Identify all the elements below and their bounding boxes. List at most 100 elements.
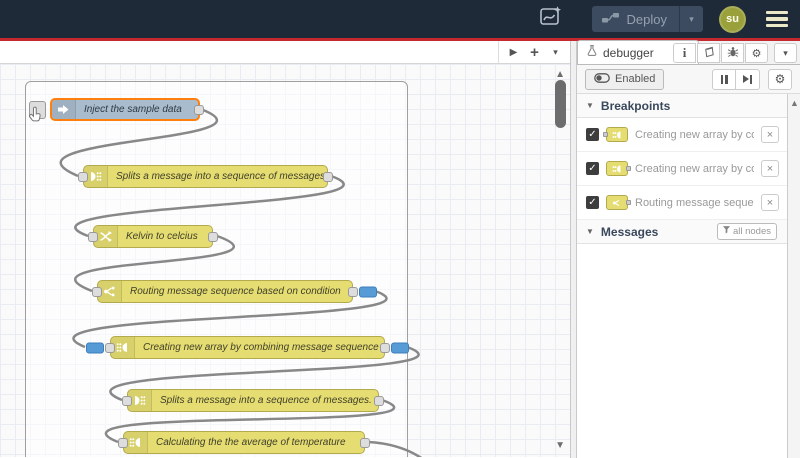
debugger-content: ▲ ▼ Breakpoints ✓ Creating new array by … <box>577 94 800 458</box>
scroll-tabs-button[interactable]: ▶ <box>505 44 522 61</box>
pause-button[interactable] <box>712 68 736 90</box>
node-change[interactable]: Kelvin to celcius <box>88 225 218 248</box>
close-icon: × <box>766 196 774 209</box>
hamburger-icon <box>766 11 788 15</box>
node-join-1[interactable]: Creating new array by combining message … <box>86 336 409 359</box>
inject-icon <box>52 100 76 119</box>
breakpoint-row: ✓ Creating new array by combining messag… <box>577 118 800 152</box>
breakpoint-checkbox[interactable]: ✓ <box>586 196 599 209</box>
node-output-port[interactable] <box>208 231 218 242</box>
node-inject[interactable]: Inject the sample data <box>29 98 204 121</box>
remove-breakpoint-button[interactable]: × <box>761 126 779 143</box>
down-arrow-icon: ▼ <box>555 440 565 451</box>
breakpoints-section-header[interactable]: ▼ Breakpoints <box>577 94 800 118</box>
toggle-icon <box>594 72 610 86</box>
join-node-icon <box>606 161 631 176</box>
workspace-tab-controls: ▶ + ▾ <box>498 41 570 63</box>
debugger-enabled-toggle[interactable]: Enabled <box>585 68 665 90</box>
canvas-scroll-down[interactable]: ▼ <box>555 440 565 451</box>
node-output-port[interactable] <box>348 286 358 297</box>
node-switch[interactable]: Routing message sequence based on condit… <box>92 280 377 303</box>
node-label: Splits a message into a sequence of mess… <box>116 171 327 182</box>
caret-down-icon: ▾ <box>783 47 788 58</box>
node-input-port[interactable] <box>78 171 88 182</box>
canvas-scroll-up[interactable]: ▲ <box>555 69 565 80</box>
deploy-button-main[interactable]: Deploy <box>592 12 679 27</box>
message-filter-button[interactable]: all nodes <box>716 223 777 240</box>
node-input-port[interactable] <box>92 286 102 297</box>
user-avatar[interactable]: su <box>719 5 746 33</box>
node-split-1[interactable]: Splits a message into a sequence of mess… <box>78 165 333 188</box>
node-label: Inject the sample data <box>84 104 182 115</box>
debug-tab-button[interactable] <box>721 43 744 63</box>
step-forward-icon <box>743 74 752 84</box>
book-icon <box>703 46 715 61</box>
node-label: Creating new array by combining message … <box>143 342 379 353</box>
flow-canvas[interactable]: Inject the sample data Splits a message … <box>0 64 570 457</box>
input-breakpoint-marker[interactable] <box>86 342 104 353</box>
section-title: Breakpoints <box>600 98 671 113</box>
deploy-options-caret[interactable]: ▾ <box>679 6 703 32</box>
port-icon <box>626 166 631 171</box>
check-icon: ✓ <box>588 129 597 140</box>
node-input-port[interactable] <box>88 231 98 242</box>
canvas-scrollbar-thumb[interactable] <box>555 80 566 128</box>
flow-sparkle-icon <box>538 4 564 35</box>
sidebar-scrollbar[interactable]: ▲ <box>787 94 800 458</box>
enabled-label: Enabled <box>615 73 656 85</box>
breakpoint-label: Creating new array by combining message … <box>635 128 754 141</box>
info-tab-button[interactable]: i <box>673 43 696 63</box>
node-output-port[interactable] <box>323 171 333 182</box>
breakpoint-row: ✓ Creating new array by combining messag… <box>577 152 800 186</box>
node-label: Calculating the the average of temperatu… <box>156 437 346 448</box>
hamburger-icon <box>766 23 788 27</box>
breakpoint-label: Routing message sequence based on condit… <box>635 196 754 209</box>
node-split-2[interactable]: Splits a message into a sequence of mess… <box>122 389 384 412</box>
chevron-down-icon: ▼ <box>586 227 594 236</box>
inject-trigger-button[interactable] <box>29 100 46 119</box>
up-arrow-icon: ▲ <box>555 69 565 80</box>
breakpoint-checkbox[interactable]: ✓ <box>586 162 599 175</box>
node-input-port[interactable] <box>118 437 128 448</box>
flow-assistant-button[interactable] <box>536 5 566 33</box>
messages-section-header[interactable]: ▼ Messages all nodes <box>577 220 800 244</box>
workspace-tab-bar: ▶ + ▾ <box>0 41 570 64</box>
step-button[interactable] <box>736 68 760 90</box>
up-arrow-icon: ▲ <box>790 98 799 108</box>
funnel-icon <box>722 226 730 237</box>
breakpoint-row: ✓ Routing message sequence based on cond… <box>577 186 800 220</box>
node-input-port[interactable] <box>122 395 132 406</box>
close-icon: × <box>766 128 774 141</box>
settings-tab-button[interactable]: ⚙ <box>745 43 768 63</box>
wire[interactable] <box>367 440 468 457</box>
plus-icon: + <box>530 43 539 61</box>
flow-list-button[interactable]: ▾ <box>547 44 564 61</box>
port-icon <box>626 200 631 205</box>
help-tab-button[interactable] <box>697 43 720 63</box>
sidebar-options-button[interactable]: ▾ <box>774 43 797 63</box>
node-join-2[interactable]: Calculating the the average of temperatu… <box>118 431 370 454</box>
node-output-port[interactable] <box>194 104 204 115</box>
remove-breakpoint-button[interactable]: × <box>761 194 779 211</box>
node-output-port[interactable] <box>380 342 390 353</box>
node-output-port[interactable] <box>374 395 384 406</box>
add-flow-button[interactable]: + <box>526 44 543 61</box>
panel-splitter[interactable] <box>570 41 577 458</box>
breakpoint-label: Creating new array by combining message … <box>635 162 754 175</box>
node-label: Splits a message into a sequence of mess… <box>160 395 372 406</box>
debugger-settings-button[interactable]: ⚙ <box>768 68 792 90</box>
pause-icon <box>720 74 728 84</box>
deploy-button[interactable]: Deploy ▾ <box>591 6 703 32</box>
hamburger-icon <box>766 17 788 21</box>
remove-breakpoint-button[interactable]: × <box>761 160 779 177</box>
main-menu-button[interactable] <box>764 8 790 30</box>
check-icon: ✓ <box>588 197 597 208</box>
output-breakpoint-marker[interactable] <box>391 342 409 353</box>
connected-nodes-icon <box>601 12 620 27</box>
filter-label: all nodes <box>732 226 771 237</box>
node-input-port[interactable] <box>105 342 115 353</box>
breakpoint-checkbox[interactable]: ✓ <box>586 128 599 141</box>
output-breakpoint-marker[interactable] <box>359 286 377 297</box>
node-output-port[interactable] <box>360 437 370 448</box>
switch-node-icon <box>606 195 631 210</box>
